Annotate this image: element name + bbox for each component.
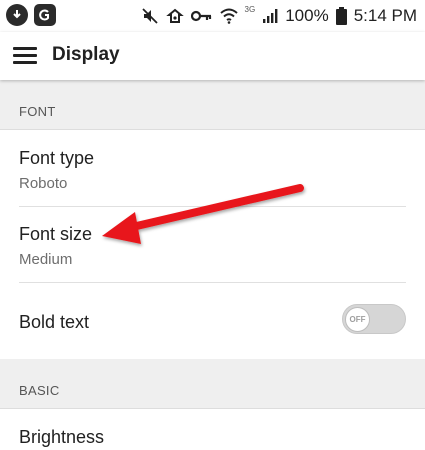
- setting-bold-text[interactable]: Bold text OFF: [0, 283, 425, 359]
- setting-brightness[interactable]: Brightness: [0, 410, 425, 450]
- download-icon: [6, 4, 28, 26]
- system-icons: 3G 100% 5:14 PM: [141, 0, 417, 32]
- network-type-label: 3G: [244, 4, 256, 14]
- app-bar: Display: [0, 32, 425, 80]
- signal-icon: [263, 9, 278, 23]
- status-bar: 3G 100% 5:14 PM: [0, 0, 425, 32]
- setting-font-size[interactable]: Font size Medium: [0, 207, 425, 283]
- page-title: Display: [52, 44, 120, 65]
- battery-icon: [335, 7, 347, 25]
- hotspot-icon: [165, 8, 184, 23]
- battery-percent: 100%: [285, 6, 329, 25]
- bold-text-toggle[interactable]: OFF: [342, 304, 406, 334]
- hamburger-menu-icon[interactable]: [13, 44, 39, 68]
- toggle-state-label: OFF: [349, 315, 366, 324]
- toggle-knob: OFF: [345, 307, 370, 332]
- setting-title: Font size: [19, 224, 93, 244]
- app-notification-icon: [34, 4, 56, 26]
- setting-value: Medium: [19, 251, 73, 268]
- setting-value: Roboto: [19, 175, 68, 192]
- clock: 5:14 PM: [353, 6, 417, 25]
- setting-title: Brightness: [19, 427, 105, 447]
- mute-icon: [141, 8, 158, 24]
- section-header-label: BASIC: [19, 383, 60, 398]
- wifi-icon: [219, 8, 238, 24]
- section-header-label: FONT: [19, 104, 56, 119]
- notification-icons: [6, 4, 56, 26]
- key-icon: [190, 10, 211, 22]
- setting-title: Bold text: [19, 312, 90, 332]
- setting-font-type[interactable]: Font type Roboto: [0, 131, 425, 207]
- setting-title: Font type: [19, 148, 95, 168]
- section-header-basic: BASIC: [0, 359, 425, 409]
- section-header-font: FONT: [0, 80, 425, 130]
